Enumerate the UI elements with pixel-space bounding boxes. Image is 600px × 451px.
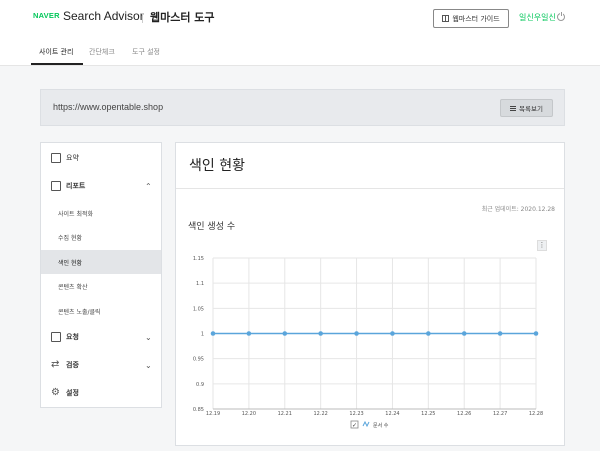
sidebar-subitem-label: 수집 현황 [58, 235, 82, 242]
sidebar-item-request[interactable]: 요청 ⌄ [41, 325, 161, 349]
document-icon [51, 153, 61, 163]
sidebar-item-label: 리포트 [66, 182, 86, 190]
app-name[interactable]: Search Advisor [63, 9, 144, 23]
sidebar-item-label: 설정 [66, 389, 79, 397]
list-view-button[interactable]: 목록보기 [500, 99, 553, 117]
data-point [282, 331, 288, 336]
data-point [390, 331, 395, 336]
check-icon: ✓ [352, 422, 357, 429]
sidebar-subitem-site-optimization[interactable]: 사이트 최적화 [41, 201, 161, 225]
x-tick-label: 12.19 [206, 411, 220, 417]
y-tick-label: 1.15 [193, 256, 204, 262]
index-status-panel: 색인 현황 최근 업데이트: 2020.12.28 색인 생성 수 ⋮ 1.15… [175, 142, 565, 446]
naver-logo[interactable]: NAVER [33, 11, 60, 20]
main-tabs: 사이트 관리 간단체크 도구 설정 [0, 38, 600, 66]
data-point [354, 331, 359, 336]
x-tick-label: 12.26 [457, 411, 471, 417]
data-point [533, 331, 539, 336]
list-view-label: 목록보기 [519, 105, 543, 113]
x-tick-label: 12.20 [242, 411, 256, 417]
chevron-up-icon: ⌃ [145, 181, 152, 191]
y-tick-label: 0.95 [193, 357, 204, 363]
list-icon [510, 105, 517, 111]
tab-tool-settings[interactable]: 도구 설정 [132, 47, 160, 57]
y-tick-label: 1.05 [193, 306, 204, 312]
checkbox-icon [51, 332, 61, 342]
y-tick-label: 1 [201, 332, 204, 338]
data-point [461, 331, 467, 336]
sidebar-subitem-label: 사이트 최적화 [58, 211, 94, 218]
sidebar-subitem-content-spread[interactable]: 콘텐츠 확산 [41, 274, 161, 298]
sidebar-item-label: 요청 [66, 333, 79, 341]
data-point [246, 331, 252, 336]
tool-title[interactable]: 웹마스터 도구 [150, 9, 215, 25]
webmaster-guide-button[interactable]: 웹마스터 가이드 [433, 9, 509, 28]
x-tick-label: 12.28 [529, 411, 543, 417]
legend-label: 문서 수 [373, 422, 389, 429]
chevron-down-icon: ⌄ [145, 332, 152, 342]
site-url-bar: https://www.opentable.shop 목록보기 [40, 89, 565, 126]
sidebar-subitem-content-exposure[interactable]: 콘텐츠 노출/클릭 [41, 299, 161, 323]
sidebar-item-label: 요약 [66, 154, 79, 162]
sidebar-item-verify[interactable]: ⇄ 검증 ⌄ [41, 353, 161, 377]
y-tick-label: 0.85 [193, 407, 204, 413]
x-tick-label: 12.22 [314, 411, 328, 417]
x-tick-label: 12.24 [385, 411, 399, 417]
swap-icon: ⇄ [51, 359, 60, 370]
tab-site-management[interactable]: 사이트 관리 [39, 47, 73, 57]
x-tick-label: 12.27 [493, 411, 507, 417]
data-point [210, 331, 216, 336]
x-tick-label: 12.21 [278, 411, 292, 417]
header-divider [142, 13, 143, 23]
user-name[interactable]: 일신우일신 [519, 12, 556, 23]
book-icon [442, 15, 450, 22]
data-point [426, 331, 431, 336]
webmaster-guide-label: 웹마스터 가이드 [452, 14, 500, 23]
x-tick-label: 12.25 [421, 411, 435, 417]
sidebar-subitem-label: 색인 현황 [58, 260, 82, 267]
y-tick-label: 0.9 [196, 382, 204, 388]
sidebar-item-report[interactable]: 리포트 ⌃ [41, 174, 161, 198]
x-tick-label: 12.23 [349, 411, 363, 417]
index-count-chart: 1.15 1.1 1.05 1 0.95 0.9 0.8512.19 12.20 12.21 12… [193, 256, 543, 429]
y-tick-label: 1.1 [196, 281, 204, 287]
sidebar-item-settings[interactable]: ⚙ 설정 [41, 381, 161, 405]
sidebar-item-label: 검증 [66, 361, 79, 369]
sidebar-subitem-label: 콘텐츠 확산 [58, 284, 88, 291]
gear-icon: ⚙ [51, 387, 60, 398]
sidebar: 요약 리포트 ⌃ 사이트 최적화 수집 현황 색인 현황 콘텐츠 확산 콘텐츠 … [40, 142, 162, 408]
bar-chart-icon [51, 181, 61, 191]
legend-line-icon [362, 420, 370, 428]
chevron-down-icon: ⌄ [145, 360, 152, 370]
sidebar-subitem-index-status[interactable]: 색인 현황 [41, 250, 161, 274]
tab-simple-check[interactable]: 간단체크 [89, 47, 115, 57]
sidebar-subitem-label: 콘텐츠 노출/클릭 [58, 309, 101, 316]
sidebar-item-summary[interactable]: 요약 [41, 146, 161, 170]
data-point [318, 331, 323, 336]
top-header: NAVER Search Advisor 웹마스터 도구 웹마스터 가이드 일신… [0, 0, 600, 38]
sidebar-subitem-crawl-status[interactable]: 수집 현황 [41, 225, 161, 249]
site-url: https://www.opentable.shop [53, 102, 164, 112]
data-point [497, 331, 503, 336]
logout-icon[interactable] [557, 12, 565, 21]
active-tab-indicator [31, 63, 83, 65]
